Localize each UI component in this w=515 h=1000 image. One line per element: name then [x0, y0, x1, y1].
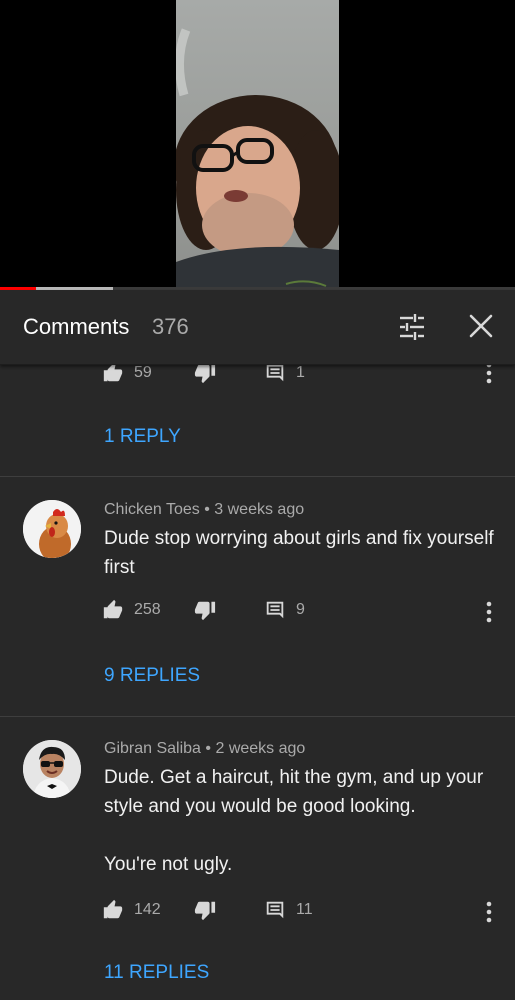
video-player[interactable]: [0, 0, 515, 288]
sort-icon[interactable]: [397, 312, 427, 342]
reply-icon: [266, 601, 284, 619]
author-name[interactable]: Chicken Toes: [104, 501, 200, 518]
dislike-button[interactable]: [194, 899, 216, 921]
comment-time: 3 weeks ago: [214, 501, 305, 518]
like-count: 59: [134, 364, 152, 381]
dislike-button[interactable]: [194, 599, 216, 621]
reply-count: 1: [296, 364, 305, 381]
comments-list[interactable]: 59 1 1 REPLY Chicken Toes • 3 weeks ago …: [0, 364, 515, 1000]
view-replies-link[interactable]: 11 REPLIES: [104, 962, 209, 984]
meta-separator: •: [204, 501, 210, 518]
comment-meta: Chicken Toes • 3 weeks ago: [104, 501, 304, 519]
comment-text: Dude stop worrying about girls and fix y…: [104, 528, 494, 578]
reply-count: 11: [296, 901, 313, 918]
more-vert-icon[interactable]: [486, 601, 492, 623]
reply-button[interactable]: 11: [264, 899, 313, 921]
comments-title: Comments: [23, 314, 130, 339]
like-count: 142: [134, 901, 161, 918]
avatar[interactable]: [23, 740, 81, 798]
reply-button[interactable]: 1: [264, 364, 305, 384]
close-icon[interactable]: [467, 312, 495, 340]
comment-text-paragraph: You're not ugly.: [104, 854, 233, 875]
like-button[interactable]: 142: [102, 899, 161, 921]
view-replies-link[interactable]: 1 REPLY: [104, 426, 181, 448]
thumbs-down-icon: [194, 601, 216, 621]
video-still-image: [176, 28, 339, 288]
like-button[interactable]: 258: [102, 599, 161, 621]
comment-divider: [0, 476, 515, 477]
reply-icon: [266, 364, 284, 382]
thumbs-down-icon: [194, 901, 216, 921]
reply-count: 9: [296, 601, 305, 618]
comments-count: 376: [152, 314, 189, 339]
comment-text: Dude. Get a haircut, hit the gym, and up…: [104, 767, 484, 817]
chicken-avatar-image: [23, 500, 81, 558]
reply-button[interactable]: 9: [264, 599, 305, 621]
comment-actions: 59 1: [102, 364, 502, 388]
comment-time: 2 weeks ago: [215, 740, 306, 757]
more-vert-icon[interactable]: [486, 364, 492, 384]
thumbs-up-icon: [103, 599, 123, 619]
thumbs-up-icon: [103, 899, 123, 919]
like-button[interactable]: 59: [102, 364, 152, 384]
reply-icon: [266, 901, 284, 919]
dislike-button[interactable]: [194, 364, 216, 384]
view-replies-link[interactable]: 9 REPLIES: [104, 665, 200, 687]
thumbs-up-icon: [103, 364, 123, 382]
comment-actions: 142 11: [102, 899, 502, 925]
author-name[interactable]: Gibran Saliba: [104, 740, 201, 757]
comment-meta: Gibran Saliba • 2 weeks ago: [104, 740, 305, 758]
thumbs-down-icon: [194, 364, 216, 384]
comments-header: Comments 376: [0, 290, 515, 365]
comment-actions: 258 9: [102, 599, 502, 625]
user-avatar-image: [23, 740, 81, 798]
video-frame[interactable]: [176, 0, 339, 288]
more-vert-icon[interactable]: [486, 901, 492, 923]
like-count: 258: [134, 601, 161, 618]
avatar[interactable]: [23, 500, 81, 558]
meta-separator: •: [205, 740, 212, 757]
comment-divider: [0, 716, 515, 717]
